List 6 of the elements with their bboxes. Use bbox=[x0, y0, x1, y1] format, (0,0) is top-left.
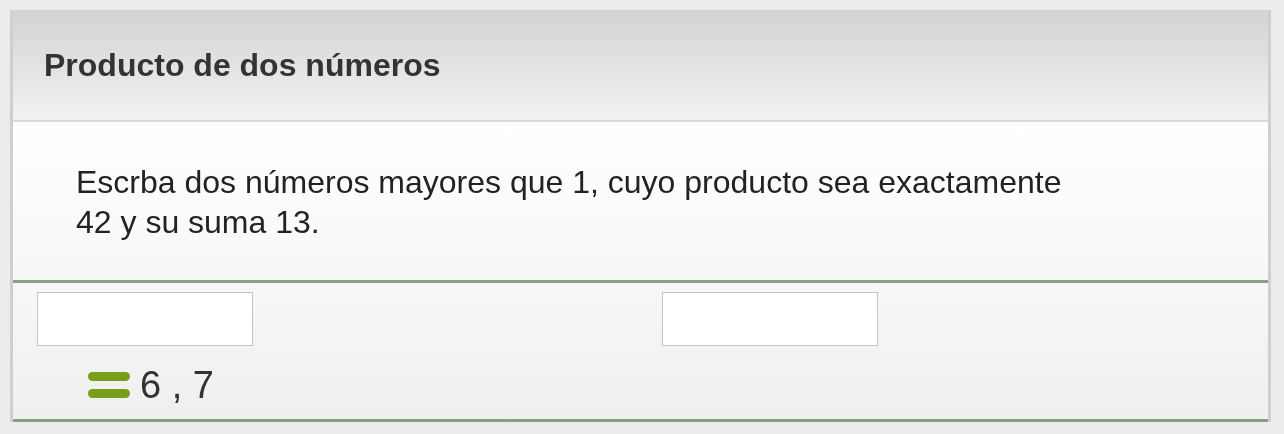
equals-icon bbox=[88, 372, 130, 398]
answer-field[interactable] bbox=[37, 292, 253, 346]
exercise-title: Producto de dos números bbox=[44, 46, 441, 85]
correct-answer: 6 , 7 bbox=[140, 366, 214, 404]
answer-field[interactable] bbox=[661, 292, 878, 346]
question-text: Escrba dos números mayores que 1, cuyo producto sea exactamente 42 y su suma 13. bbox=[76, 163, 1063, 242]
